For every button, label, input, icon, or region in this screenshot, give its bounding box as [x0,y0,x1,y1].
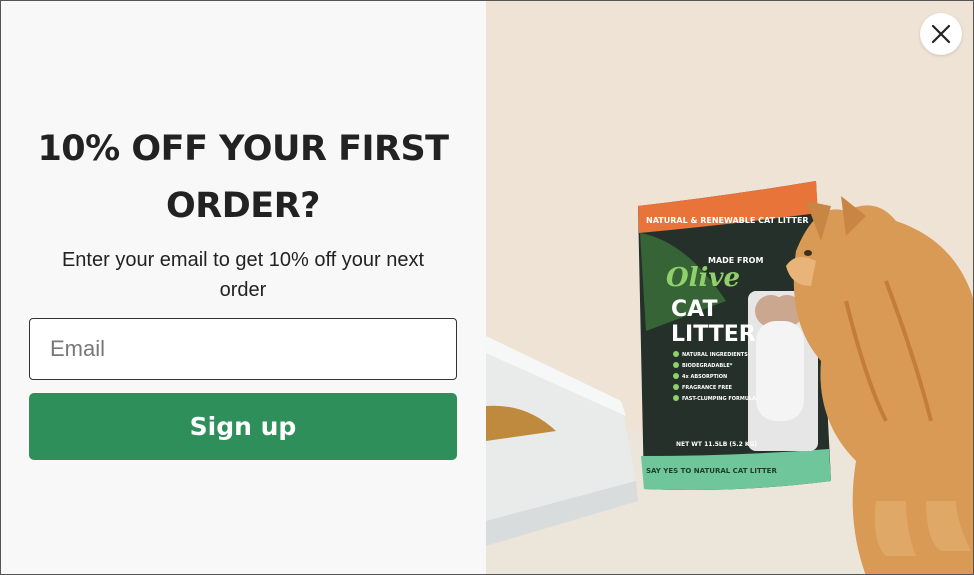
bag-feature: 4x ABSORPTION [682,374,727,380]
popup-form-panel: 10% OFF YOUR FIRST ORDER? Enter your ema… [1,1,486,574]
bag-bottom-banner: SAY YES TO NATURAL CAT LITTER [646,467,777,475]
litter-bag: NATURAL & RENEWABLE CAT LITTER MADE FROM… [638,181,831,490]
bag-top-banner: NATURAL & RENEWABLE CAT LITTER [646,216,809,225]
bag-feature: FRAGRANCE FREE [682,385,733,391]
email-field[interactable] [29,318,457,380]
bag-brand: Olive [666,263,740,293]
bag-feature: FAST-CLUMPING FORMULA [682,396,756,402]
close-button[interactable] [920,13,962,55]
popup-subtext: Enter your email to get 10% off your nex… [61,249,425,301]
bag-title-line2: LITTER [671,322,756,347]
bag-feature: BIODEGRADABLE* [682,363,733,369]
bag-feature: NATURAL INGREDIENTS [682,352,748,358]
bag-weight: NET WT 11.5LB (5.2 KG) [676,441,757,448]
signup-popup: 10% OFF YOUR FIRST ORDER? Enter your ema… [0,0,974,575]
sign-up-button[interactable]: Sign up [29,393,457,460]
product-photo-panel: NATURAL & RENEWABLE CAT LITTER MADE FROM… [486,1,973,574]
popup-headline: 10% OFF YOUR FIRST ORDER? [37,129,449,226]
close-icon [931,24,951,44]
bag-title-line1: CAT [671,297,717,322]
product-photo: NATURAL & RENEWABLE CAT LITTER MADE FROM… [486,1,973,574]
